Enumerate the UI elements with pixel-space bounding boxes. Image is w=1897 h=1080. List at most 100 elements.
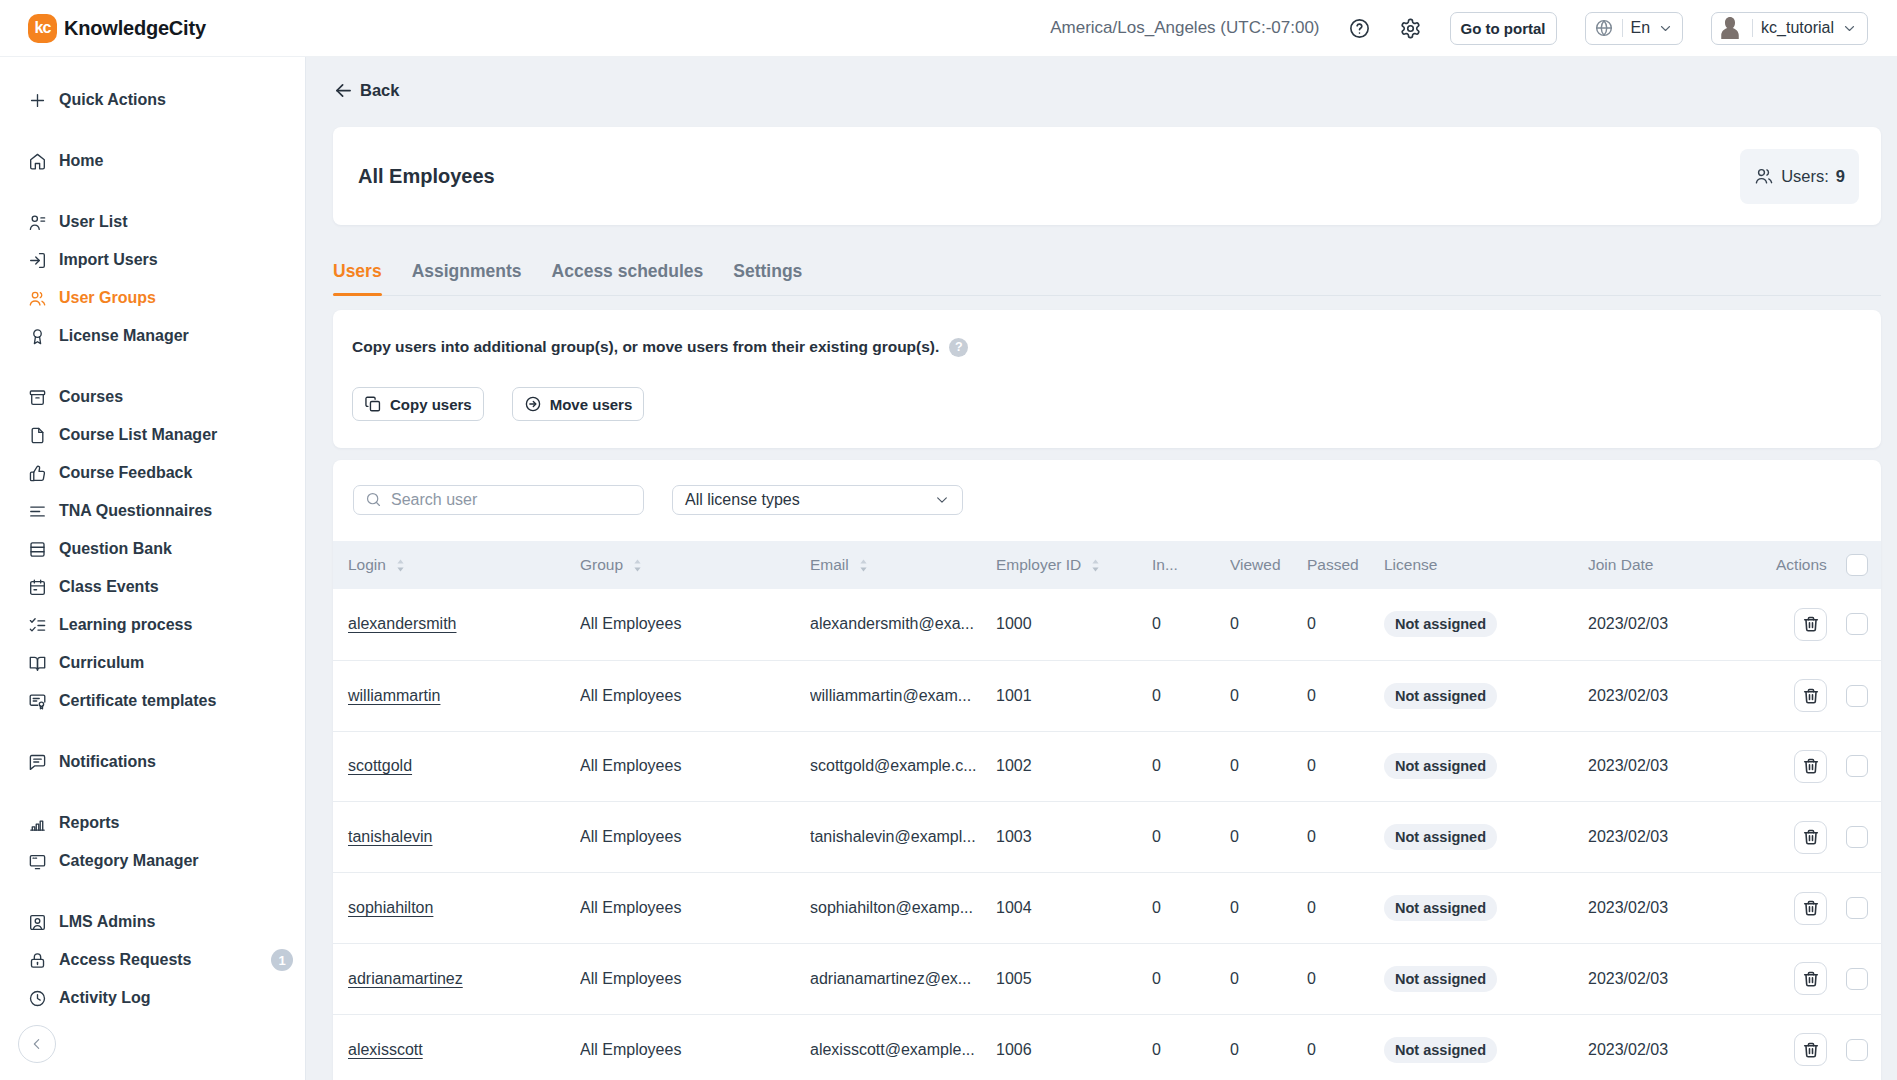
row-checkbox[interactable] xyxy=(1846,826,1868,848)
cell-group: All Employees xyxy=(580,1041,810,1059)
login-link[interactable]: alexandersmith xyxy=(348,615,457,632)
settings-button[interactable] xyxy=(1399,17,1422,40)
move-users-label: Move users xyxy=(550,396,633,413)
delete-user-button[interactable] xyxy=(1794,1033,1827,1066)
row-checkbox[interactable] xyxy=(1846,613,1868,635)
trash-icon xyxy=(1802,757,1820,775)
sidebar-item-notifications[interactable]: Notifications xyxy=(0,743,305,781)
sidebar-item-import-users[interactable]: Import Users xyxy=(0,241,305,279)
back-link[interactable]: Back xyxy=(333,78,399,102)
copy-users-label: Copy users xyxy=(390,396,472,413)
copy-users-button[interactable]: Copy users xyxy=(352,387,484,421)
delete-user-button[interactable] xyxy=(1794,679,1827,712)
tab-settings[interactable]: Settings xyxy=(733,261,802,295)
sidebar-item-course-feedback[interactable]: Course Feedback xyxy=(0,454,305,492)
column-header-actions: Actions xyxy=(1776,554,1881,576)
table-row: williammartinAll Employeeswilliammartin@… xyxy=(333,660,1881,731)
login-link[interactable]: adrianamartinez xyxy=(348,970,463,987)
column-header-group[interactable]: Group xyxy=(580,556,810,574)
delete-user-button[interactable] xyxy=(1794,821,1827,854)
sidebar-item-label: Class Events xyxy=(59,578,159,596)
row-checkbox[interactable] xyxy=(1846,685,1868,707)
user-menu[interactable]: kc_tutorial xyxy=(1711,12,1868,45)
language-selector[interactable]: En xyxy=(1585,12,1684,45)
users-count-chip: Users: 9 xyxy=(1740,149,1859,204)
delete-user-button[interactable] xyxy=(1794,750,1827,783)
sidebar-item-curriculum[interactable]: Curriculum xyxy=(0,644,305,682)
delete-user-button[interactable] xyxy=(1794,608,1827,641)
row-checkbox[interactable] xyxy=(1846,755,1868,777)
tab-users[interactable]: Users xyxy=(333,261,382,295)
sidebar-item-license-manager[interactable]: License Manager xyxy=(0,317,305,355)
go-to-portal-button[interactable]: Go to portal xyxy=(1450,12,1557,45)
column-label: Join Date xyxy=(1588,556,1653,574)
users-icon xyxy=(1754,166,1774,186)
sort-icon[interactable] xyxy=(859,558,868,573)
brand-logo[interactable]: kc KnowledgeCity xyxy=(28,14,206,43)
row-checkbox[interactable] xyxy=(1846,968,1868,990)
sort-icon[interactable] xyxy=(633,558,642,573)
users-icon xyxy=(28,289,47,308)
login-link[interactable]: alexisscott xyxy=(348,1041,423,1058)
login-link[interactable]: sophiahilton xyxy=(348,899,433,916)
sidebar-item-access-requests[interactable]: Access Requests1 xyxy=(0,941,305,979)
column-header-login[interactable]: Login xyxy=(333,556,580,574)
sidebar-item-learning-process[interactable]: Learning process xyxy=(0,606,305,644)
trash-icon xyxy=(1802,1041,1820,1059)
row-checkbox[interactable] xyxy=(1846,897,1868,919)
sidebar-item-activity-log[interactable]: Activity Log xyxy=(0,979,305,1017)
select-all-checkbox[interactable] xyxy=(1846,554,1868,576)
cell-in-progress: 0 xyxy=(1152,757,1230,775)
cell-employer-id: 1001 xyxy=(996,687,1152,705)
login-link[interactable]: scottgold xyxy=(348,757,412,774)
license-status-badge: Not assigned xyxy=(1384,1037,1497,1063)
search-icon xyxy=(365,491,382,508)
table-row: scottgoldAll Employeesscottgold@example.… xyxy=(333,731,1881,802)
help-button[interactable] xyxy=(1348,17,1371,40)
cell-actions xyxy=(1776,750,1881,783)
tab-assignments[interactable]: Assignments xyxy=(412,261,522,295)
cell-license: Not assigned xyxy=(1384,966,1588,992)
cell-actions xyxy=(1776,608,1881,641)
sidebar-item-label: Certificate templates xyxy=(59,692,216,710)
sidebar-item-course-list-manager[interactable]: Course List Manager xyxy=(0,416,305,454)
cell-passed: 0 xyxy=(1307,899,1384,917)
sidebar-item-reports[interactable]: Reports xyxy=(0,804,305,842)
sidebar-item-tna-questionnaires[interactable]: TNA Questionnaires xyxy=(0,492,305,530)
column-label: In... xyxy=(1152,556,1178,574)
cell-license: Not assigned xyxy=(1384,824,1588,850)
tab-access-schedules[interactable]: Access schedules xyxy=(552,261,704,295)
sidebar-item-class-events[interactable]: Class Events xyxy=(0,568,305,606)
sidebar-collapse-button[interactable] xyxy=(18,1025,56,1063)
delete-user-button[interactable] xyxy=(1794,892,1827,925)
book-open-icon xyxy=(28,654,47,673)
move-users-button[interactable]: Move users xyxy=(512,387,645,421)
license-type-select[interactable]: All license types xyxy=(672,485,963,515)
sidebar-group: LMS AdminsAccess Requests1Activity Log xyxy=(0,903,305,1017)
row-checkbox[interactable] xyxy=(1846,1039,1868,1061)
cell-actions xyxy=(1776,821,1881,854)
sort-icon[interactable] xyxy=(1091,558,1100,573)
delete-user-button[interactable] xyxy=(1794,962,1827,995)
sidebar-item-courses[interactable]: Courses xyxy=(0,378,305,416)
sidebar-item-question-bank[interactable]: Question Bank xyxy=(0,530,305,568)
login-link[interactable]: williammartin xyxy=(348,687,440,704)
sidebar-item-user-groups[interactable]: User Groups xyxy=(0,279,305,317)
cell-group: All Employees xyxy=(580,757,810,775)
column-header-employer-id[interactable]: Employer ID xyxy=(996,556,1152,574)
help-circle-icon[interactable]: ? xyxy=(949,338,968,357)
sidebar-item-quick-actions[interactable]: Quick Actions xyxy=(0,81,305,119)
sidebar-item-category-manager[interactable]: Category Manager xyxy=(0,842,305,880)
sidebar-item-home[interactable]: Home xyxy=(0,142,305,180)
sidebar-item-certificate-templates[interactable]: Certificate templates xyxy=(0,682,305,720)
sort-icon[interactable] xyxy=(396,558,405,573)
search-box xyxy=(353,485,644,515)
sidebar-item-user-list[interactable]: User List xyxy=(0,203,305,241)
cell-login: alexandersmith xyxy=(333,615,580,633)
login-link[interactable]: tanishalevin xyxy=(348,828,433,845)
table-row: alexisscottAll Employeesalexisscott@exam… xyxy=(333,1014,1881,1080)
search-input[interactable] xyxy=(353,485,644,515)
cell-viewed: 0 xyxy=(1230,687,1307,705)
sidebar-item-lms-admins[interactable]: LMS Admins xyxy=(0,903,305,941)
column-header-email[interactable]: Email xyxy=(810,556,996,574)
